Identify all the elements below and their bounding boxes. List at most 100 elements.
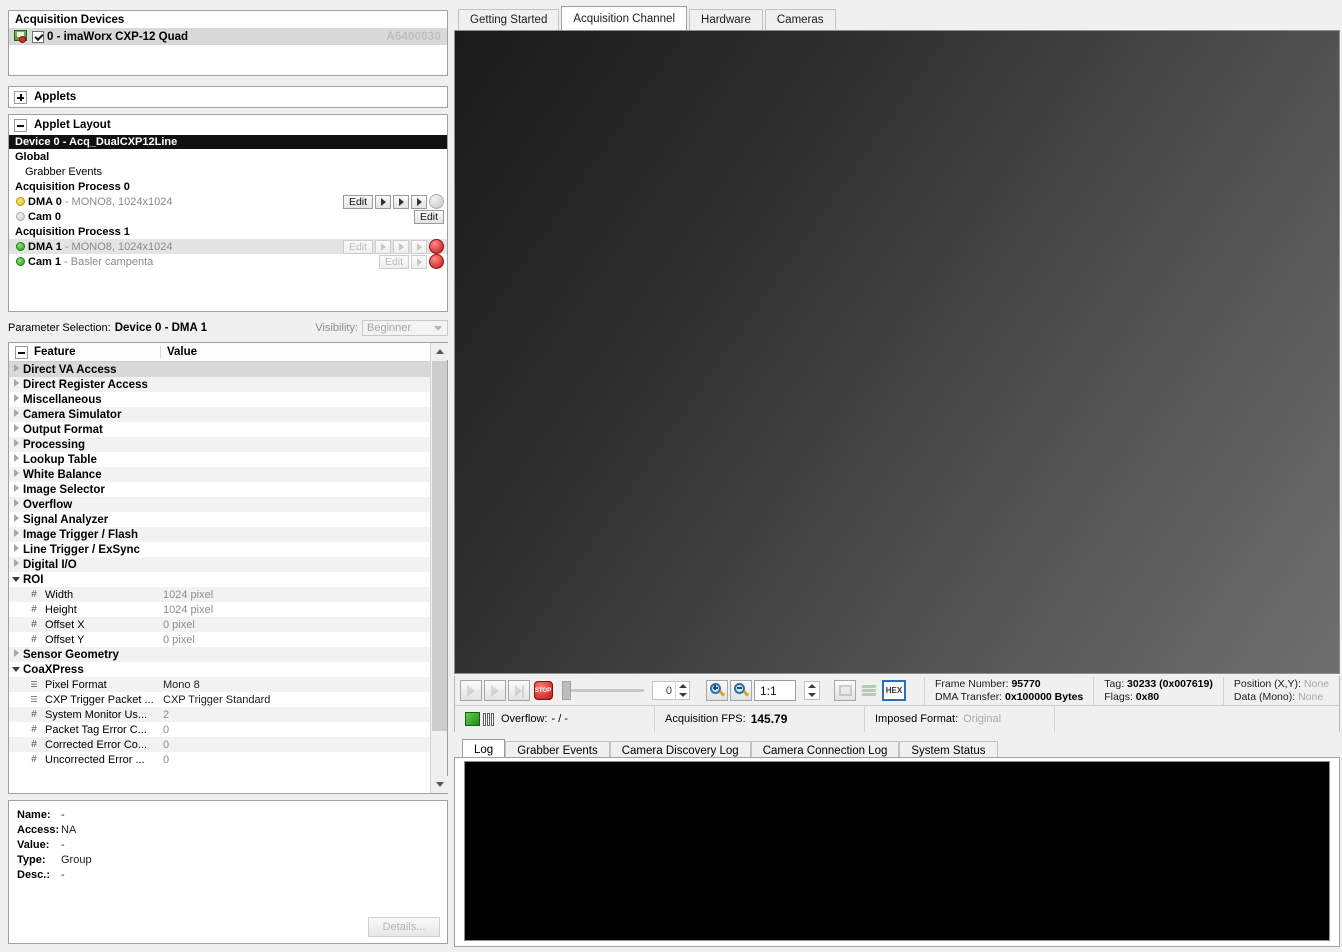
feature-row[interactable]: Line Trigger / ExSync xyxy=(9,542,447,557)
collapse-minus-icon[interactable] xyxy=(14,118,27,132)
cam-1-stop-button[interactable] xyxy=(429,254,444,269)
collapse-all-icon[interactable] xyxy=(15,345,28,359)
feature-row[interactable]: Image Trigger / Flash xyxy=(9,527,447,542)
applet-row-cam-0[interactable]: Cam 0 Edit xyxy=(9,209,447,224)
zoom-level-value[interactable]: 1:1 xyxy=(754,680,796,701)
feature-row[interactable]: Lookup Table xyxy=(9,452,447,467)
dma-1-stop-button[interactable] xyxy=(429,239,444,254)
feature-row[interactable]: Miscellaneous xyxy=(9,392,447,407)
feature-tree-scrollbar[interactable] xyxy=(430,343,448,793)
feature-row[interactable]: Digital I/O xyxy=(9,557,447,572)
frame-slider-track[interactable] xyxy=(562,681,644,700)
frame-slider-thumb[interactable] xyxy=(562,681,571,700)
applet-row-cam-1[interactable]: Cam 1 - Basler campenta Edit xyxy=(9,254,447,269)
chevron-down-icon[interactable] xyxy=(9,662,23,677)
chevron-right-icon[interactable] xyxy=(9,377,23,392)
snapshot-button[interactable] xyxy=(834,680,856,701)
device-checkbox[interactable] xyxy=(32,30,44,43)
applet-layout-header[interactable]: Applet Layout xyxy=(9,115,447,135)
frame-number-value[interactable]: 0 xyxy=(653,685,675,697)
value-column-header[interactable]: Value xyxy=(161,346,447,358)
tab-cameras[interactable]: Cameras xyxy=(764,9,836,30)
chevron-right-icon[interactable] xyxy=(9,407,23,422)
step-button[interactable] xyxy=(508,680,530,701)
tab-acquisition-channel[interactable]: Acquisition Channel xyxy=(561,6,688,30)
dma-0-step-button[interactable] xyxy=(411,194,427,209)
dma-0-single-shot-button[interactable] xyxy=(393,194,409,209)
single-shot-button[interactable] xyxy=(484,680,506,701)
feature-row[interactable]: # Offset X 0 pixel xyxy=(9,617,447,632)
feature-row[interactable]: # Offset Y 0 pixel xyxy=(9,632,447,647)
feature-value[interactable]: 1024 pixel xyxy=(163,604,447,616)
feature-row[interactable]: Overflow xyxy=(9,497,447,512)
zoom-in-button[interactable] xyxy=(706,680,728,701)
chevron-right-icon[interactable] xyxy=(9,437,23,452)
feature-row[interactable]: ☰ Pixel Format Mono 8 xyxy=(9,677,447,692)
feature-row[interactable]: Direct VA Access xyxy=(9,362,447,377)
feature-value[interactable]: Mono 8 xyxy=(163,679,447,691)
expand-plus-icon[interactable] xyxy=(14,90,27,104)
feature-row[interactable]: # Packet Tag Error C... 0 xyxy=(9,722,447,737)
applet-row-dma-1[interactable]: DMA 1 - MONO8, 1024x1024 Edit xyxy=(9,239,447,254)
feature-value[interactable]: 1024 pixel xyxy=(163,589,447,601)
cam-0-edit-button[interactable]: Edit xyxy=(414,209,444,224)
scroll-up-icon[interactable] xyxy=(431,343,448,360)
spin-up-icon[interactable] xyxy=(676,681,689,691)
feature-row[interactable]: # Uncorrected Error ... 0 xyxy=(9,752,447,767)
chevron-right-icon[interactable] xyxy=(9,422,23,437)
applet-item-grabber-events[interactable]: Grabber Events xyxy=(9,164,447,179)
visibility-select[interactable]: Beginner xyxy=(362,320,448,336)
chevron-right-icon[interactable] xyxy=(9,557,23,572)
feature-row[interactable]: # Height 1024 pixel xyxy=(9,602,447,617)
zoom-spin-down-icon[interactable] xyxy=(805,691,819,701)
chevron-right-icon[interactable] xyxy=(9,482,23,497)
hex-display-button[interactable]: HEX xyxy=(882,680,906,701)
applet-row-dma-0[interactable]: DMA 0 - MONO8, 1024x1024 Edit xyxy=(9,194,447,209)
feature-row[interactable]: White Balance xyxy=(9,467,447,482)
feature-row[interactable]: # Corrected Error Co... 0 xyxy=(9,737,447,752)
chevron-right-icon[interactable] xyxy=(9,392,23,407)
feature-row[interactable]: CoaXPress xyxy=(9,662,447,677)
feature-value[interactable]: 0 xyxy=(163,724,447,736)
chevron-right-icon[interactable] xyxy=(9,527,23,542)
chevron-right-icon[interactable] xyxy=(9,512,23,527)
chevron-right-icon[interactable] xyxy=(9,362,23,377)
feature-row[interactable]: Camera Simulator xyxy=(9,407,447,422)
zoom-spin-up-icon[interactable] xyxy=(805,681,819,691)
chevron-right-icon[interactable] xyxy=(9,542,23,557)
applet-group-acq-process-0[interactable]: Acquisition Process 0 xyxy=(9,179,447,194)
zoom-spinner-arrows[interactable] xyxy=(805,681,819,700)
frame-spinner-arrows[interactable] xyxy=(675,681,689,700)
layers-button[interactable] xyxy=(858,680,880,701)
feature-tree-body[interactable]: Direct VA Access Direct Register Access Mi… xyxy=(9,362,447,792)
feature-value[interactable]: 0 xyxy=(163,739,447,751)
chevron-down-icon[interactable] xyxy=(9,572,23,587)
feature-row[interactable]: # Width 1024 pixel xyxy=(9,587,447,602)
details-button[interactable]: Details... xyxy=(368,917,440,937)
scrollbar-thumb[interactable] xyxy=(432,361,447,731)
feature-row[interactable]: ☰ CXP Trigger Packet ... CXP Trigger Stand… xyxy=(9,692,447,707)
tab-hardware[interactable]: Hardware xyxy=(689,9,763,30)
zoom-out-button[interactable] xyxy=(730,680,752,701)
feature-row[interactable]: Processing xyxy=(9,437,447,452)
acquisition-device-row[interactable]: 0 - imaWorx CXP-12 Quad A6400030 xyxy=(9,28,447,45)
feature-row[interactable]: Direct Register Access xyxy=(9,377,447,392)
feature-row[interactable]: Image Selector xyxy=(9,482,447,497)
chevron-right-icon[interactable] xyxy=(9,452,23,467)
chevron-right-icon[interactable] xyxy=(9,467,23,482)
feature-row[interactable]: Output Format xyxy=(9,422,447,437)
feature-row[interactable]: Sensor Geometry xyxy=(9,647,447,662)
feature-row[interactable]: ROI xyxy=(9,572,447,587)
zoom-spinner[interactable] xyxy=(804,681,820,700)
dma-0-play-button[interactable] xyxy=(375,194,391,209)
frame-number-spinner[interactable]: 0 xyxy=(652,681,690,700)
log-output-area[interactable] xyxy=(464,761,1330,941)
feature-row[interactable]: # System Monitor Us... 2 xyxy=(9,707,447,722)
applet-group-acq-process-1[interactable]: Acquisition Process 1 xyxy=(9,224,447,239)
applet-group-global[interactable]: Global xyxy=(9,149,447,164)
feature-value[interactable]: 0 pixel xyxy=(163,634,447,646)
scroll-down-icon[interactable] xyxy=(431,776,448,793)
spin-down-icon[interactable] xyxy=(676,691,689,701)
chevron-right-icon[interactable] xyxy=(9,647,23,662)
feature-column-header[interactable]: Feature xyxy=(9,345,161,359)
